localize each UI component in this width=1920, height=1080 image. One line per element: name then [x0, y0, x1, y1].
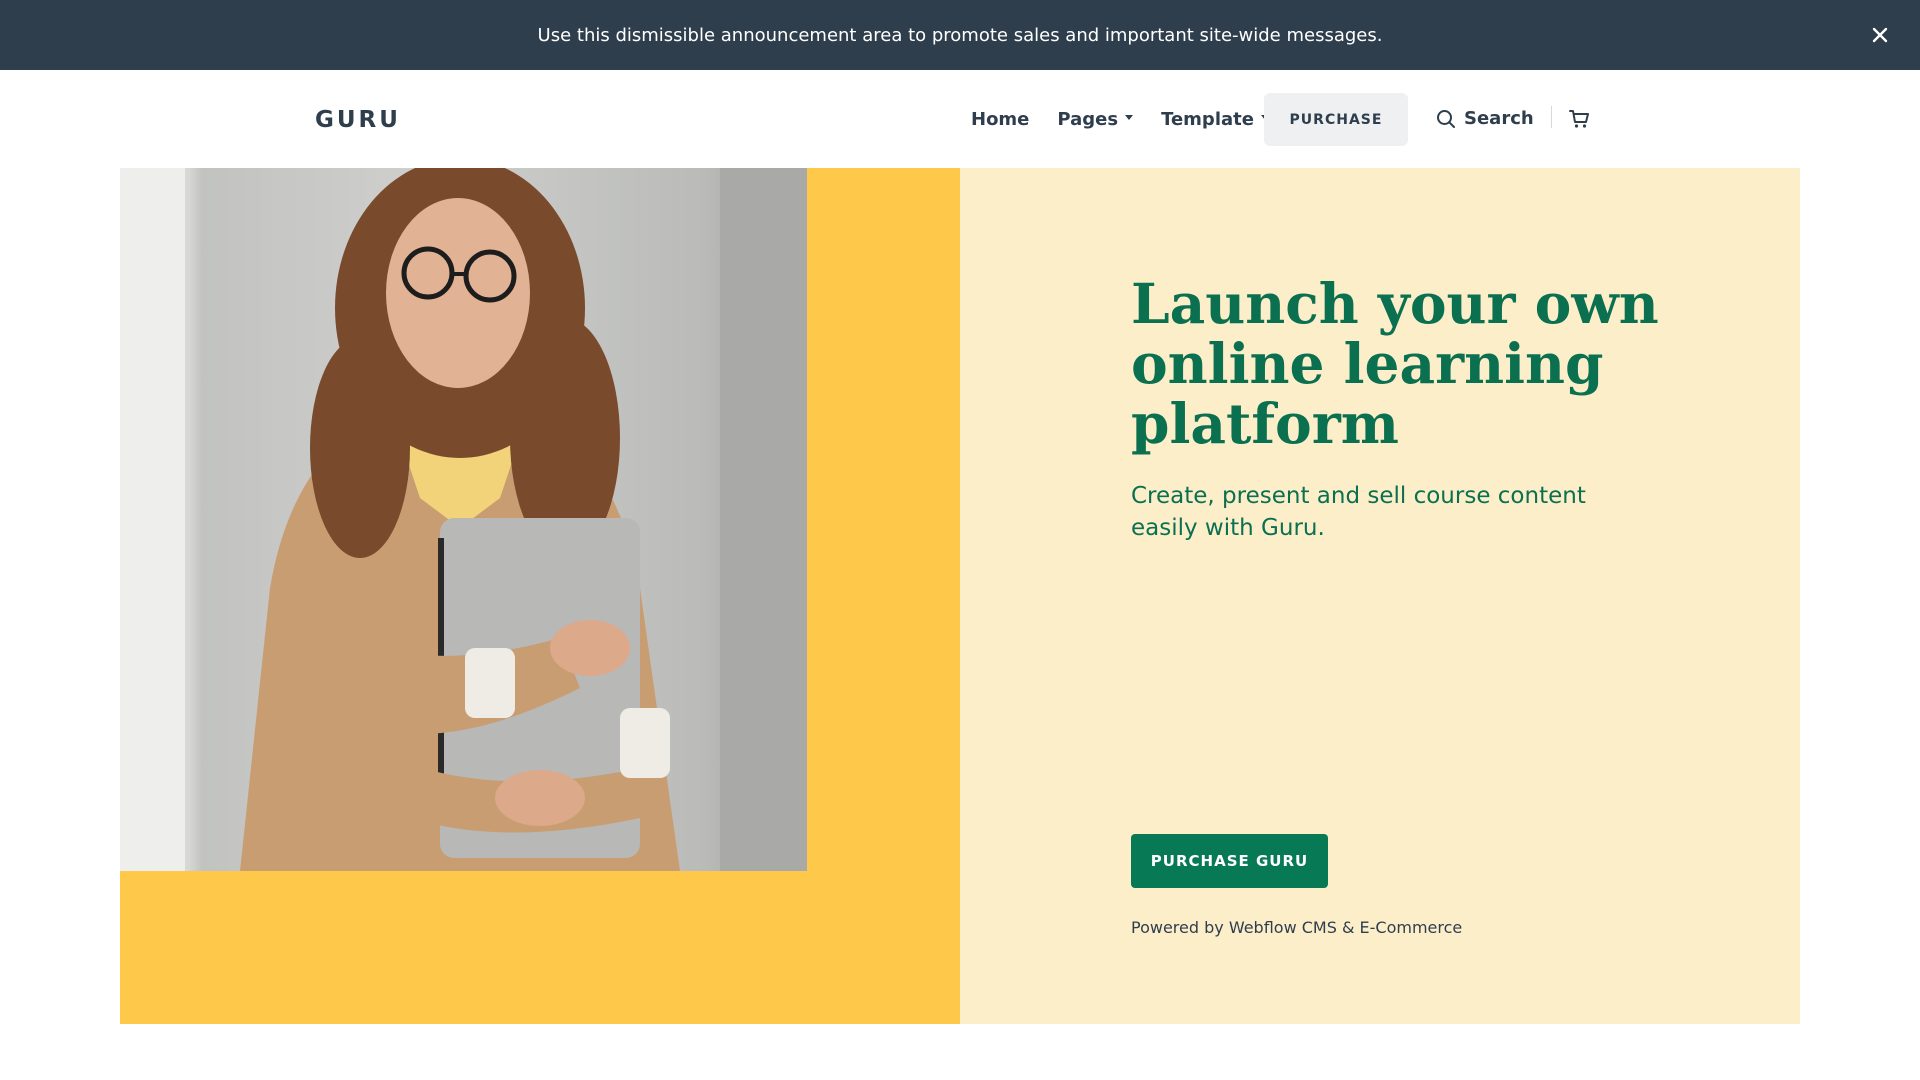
powered-by-text: Powered by Webflow CMS & E-Commerce [1131, 918, 1463, 937]
nav-links: Home Pages Template [971, 70, 1297, 168]
logo[interactable]: GURU [315, 107, 401, 133]
caret-down-icon [1125, 114, 1134, 120]
nav-divider [1551, 106, 1552, 128]
hero-subtitle: Create, present and sell course content … [1131, 483, 1586, 541]
woman-holding-laptop-photo [120, 168, 807, 871]
hero-photo [120, 168, 807, 871]
cart-button[interactable] [1568, 108, 1590, 130]
search-icon [1437, 109, 1455, 128]
nav-template-dropdown[interactable]: Template [1161, 109, 1269, 130]
search-label: Search [1464, 108, 1534, 129]
navbar: GURU Home Pages Template PURCHASE Search [0, 70, 1920, 168]
announcement-bar: Use this dismissible announcement area t… [0, 0, 1920, 70]
nav-pages-label: Pages [1057, 108, 1119, 130]
nav-home-label: Home [971, 108, 1030, 130]
purchase-guru-button[interactable]: PURCHASE GURU [1131, 834, 1328, 888]
nav-template-label: Template [1161, 108, 1254, 130]
hero-title: Launch your own online learning platform [1131, 271, 1659, 456]
announcement-text: Use this dismissible announcement area t… [537, 24, 1383, 46]
nav-home[interactable]: Home [971, 109, 1029, 130]
cart-icon [1569, 110, 1589, 128]
close-icon[interactable] [1868, 23, 1892, 47]
search-button[interactable]: Search [1436, 108, 1534, 129]
purchase-button[interactable]: PURCHASE [1264, 93, 1408, 146]
nav-pages-dropdown[interactable]: Pages [1057, 108, 1134, 130]
